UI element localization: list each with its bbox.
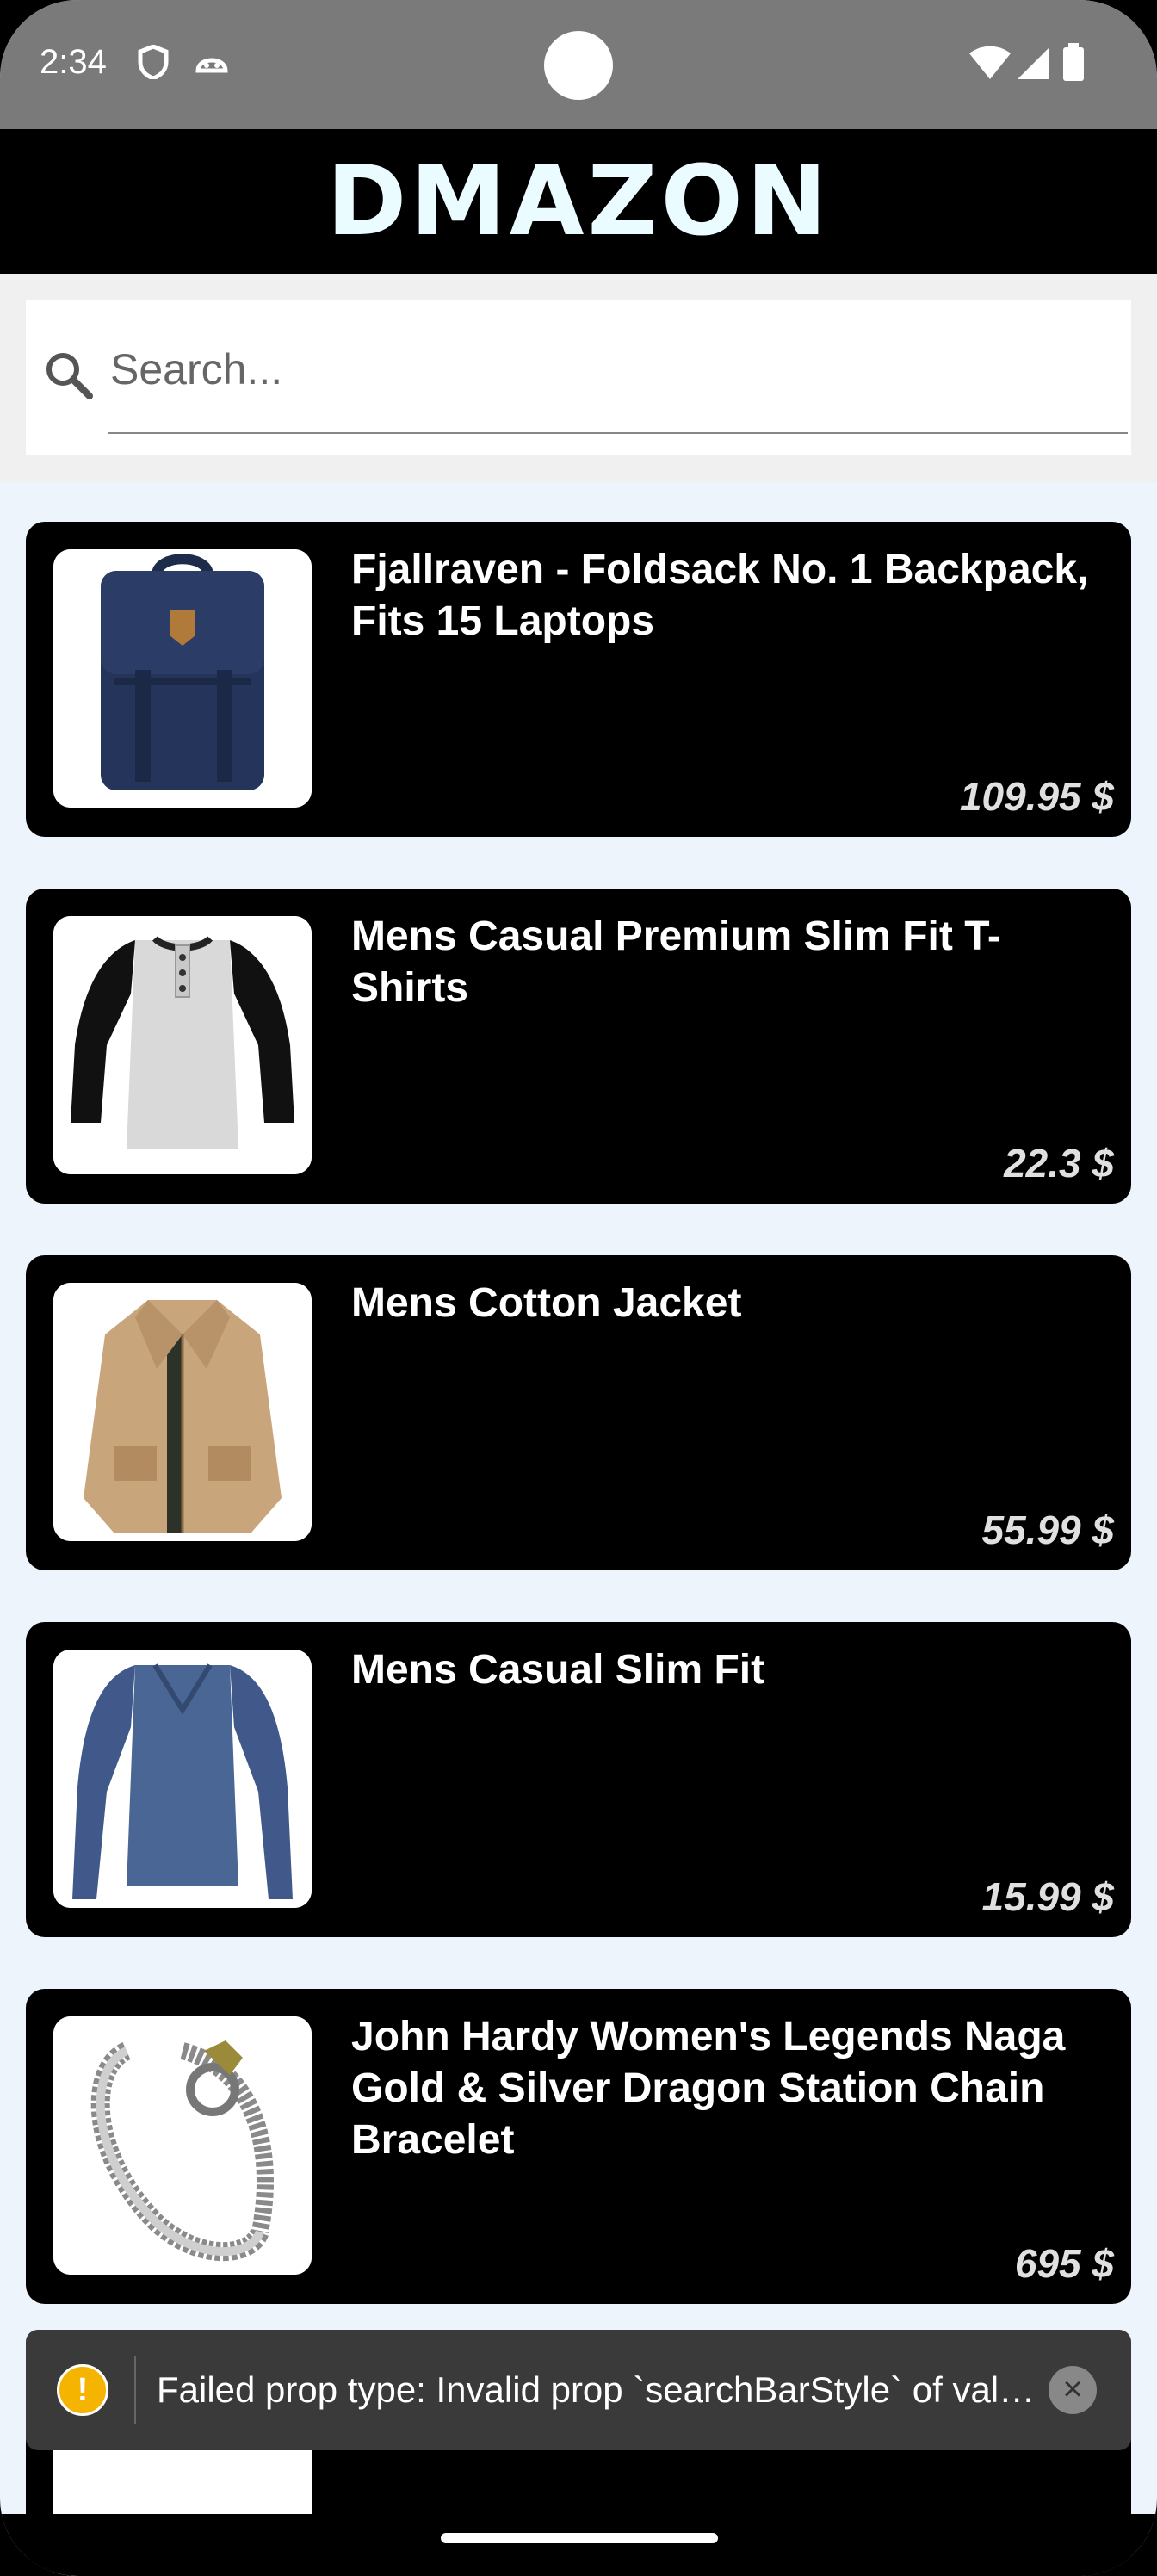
toast-message[interactable]: Failed prop type: Invalid prop `searchBa…	[157, 2369, 1052, 2411]
product-price: 15.99 $	[981, 1874, 1114, 1919]
close-icon[interactable]: ×	[1049, 2366, 1097, 2414]
app-title: DMAZON	[326, 146, 831, 257]
search-bar-container	[0, 274, 1157, 482]
signal-icon	[1016, 46, 1050, 85]
app-header: DMAZON	[0, 129, 1157, 274]
toast-divider	[134, 2356, 136, 2424]
product-price: 22.3 $	[1004, 1141, 1114, 1186]
home-gesture-handle[interactable]	[441, 2533, 718, 2543]
product-card[interactable]: Mens Cotton Jacket 55.99 $	[26, 1255, 1131, 1570]
warning-toast[interactable]: ! Failed prop type: Invalid prop `search…	[26, 2330, 1131, 2450]
product-title: Mens Cotton Jacket	[351, 1280, 742, 1326]
product-card[interactable]: Fjallraven - Foldsack No. 1 Backpack, Fi…	[26, 522, 1131, 837]
warning-icon: !	[57, 2364, 108, 2416]
android-icon	[195, 45, 229, 84]
search-bar[interactable]	[26, 300, 1131, 455]
product-price: 109.95 $	[959, 774, 1114, 819]
app-screen: 2:34 DMAZON Search... Fjallraven - Folds…	[0, 0, 1157, 2576]
product-price: 55.99 $	[981, 1508, 1114, 1552]
product-price: 695 $	[1014, 2241, 1114, 2286]
product-title: John Hardy Women's Legends Naga Gold & S…	[351, 2014, 1066, 2163]
wifi-icon	[969, 46, 1011, 85]
product-image-bracelet[interactable]	[53, 2016, 312, 2275]
product-title: Mens Casual Slim Fit	[351, 1647, 765, 1693]
product-title: Fjallraven - Foldsack No. 1 Backpack, Fi…	[351, 547, 1089, 644]
search-underline	[108, 432, 1128, 434]
product-image-backpack[interactable]	[53, 549, 312, 808]
shield-icon	[138, 44, 169, 84]
product-card[interactable]: Mens Casual Premium Slim Fit T-Shirts 22…	[26, 889, 1131, 1204]
product-image-jacket[interactable]	[53, 1283, 312, 1541]
status-time: 2:34	[40, 43, 107, 81]
product-title: Mens Casual Premium Slim Fit T-Shirts	[351, 913, 1001, 1011]
product-card[interactable]: Mens Casual Slim Fit 15.99 $	[26, 1622, 1131, 1937]
search-input[interactable]	[108, 334, 1093, 405]
status-bar: 2:34	[0, 0, 1157, 129]
product-card[interactable]: John Hardy Women's Legends Naga Gold & S…	[26, 1989, 1131, 2304]
navigation-bar	[0, 2514, 1157, 2576]
battery-icon	[1062, 43, 1085, 85]
product-image-long-sleeve-shirt[interactable]	[53, 1650, 312, 1908]
search-icon[interactable]	[41, 348, 96, 407]
product-list[interactable]: Fjallraven - Foldsack No. 1 Backpack, Fi…	[0, 482, 1157, 2576]
product-image-raglan-tshirt[interactable]	[53, 916, 312, 1174]
front-camera	[544, 31, 613, 100]
